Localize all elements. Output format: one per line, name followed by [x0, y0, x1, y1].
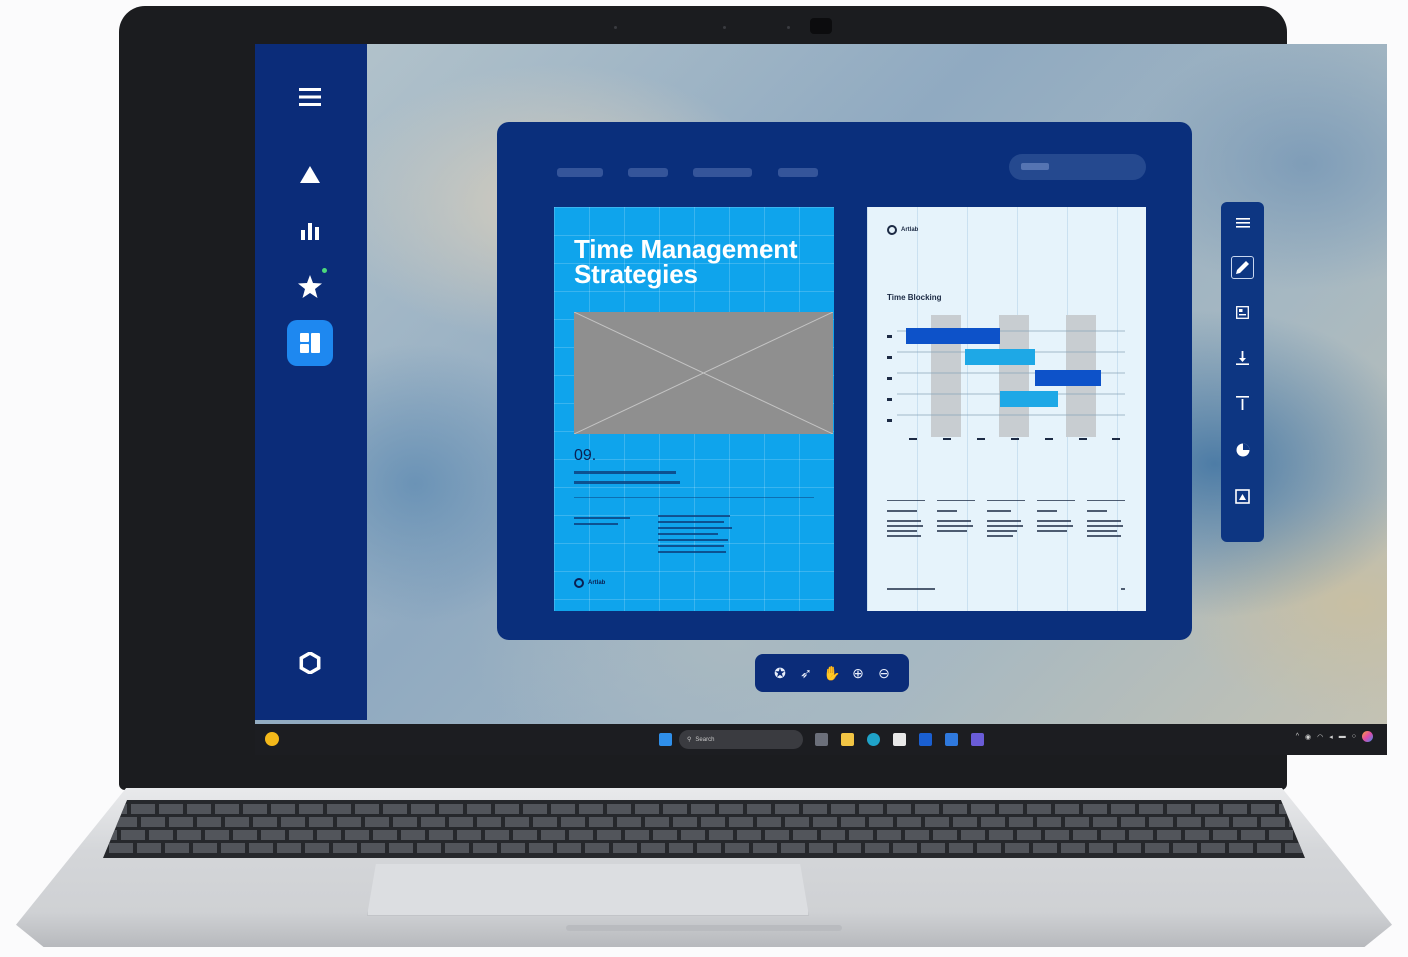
crop-button[interactable]	[1231, 485, 1254, 508]
laptop-lid: Time Management Strategies 09. Artlab Ar…	[119, 6, 1387, 790]
sun-icon	[265, 732, 279, 746]
sidebar-item-dashboard[interactable]	[287, 320, 333, 366]
chart-button[interactable]	[1231, 438, 1254, 461]
front-notch	[566, 925, 842, 931]
body-line	[658, 539, 728, 541]
taskbar-search-input[interactable]: ⚲ Search	[679, 730, 803, 749]
nav-tab[interactable]	[693, 168, 752, 177]
hand-icon: ✋	[823, 664, 841, 681]
body-line	[658, 521, 724, 523]
sensor-dot	[723, 26, 726, 29]
pie-chart-icon	[1236, 443, 1249, 456]
brand-logo: Artlab	[574, 578, 605, 588]
menu-button[interactable]	[287, 74, 333, 120]
store-icon[interactable]	[893, 733, 906, 746]
search-icon: ⚲	[687, 737, 692, 743]
nav-tab[interactable]	[557, 168, 603, 177]
brand-label: Artlab	[588, 580, 606, 586]
tool-rail	[1221, 202, 1264, 542]
volume-icon[interactable]: ◂	[1329, 733, 1333, 741]
section-number: 09.	[574, 447, 597, 464]
text-top-button[interactable]	[1231, 391, 1254, 414]
page-title: Time Management Strategies	[574, 234, 798, 289]
divider	[574, 497, 814, 498]
star-icon	[298, 274, 322, 298]
nav-tab[interactable]	[778, 168, 818, 177]
subtitle-line	[574, 481, 680, 484]
body-line	[658, 533, 718, 535]
menu-icon	[299, 88, 321, 106]
nav-tab[interactable]	[628, 168, 668, 177]
wifi-icon[interactable]: ◠	[1317, 733, 1323, 741]
pen-button[interactable]	[1231, 256, 1254, 279]
sidebar-item-home[interactable]	[287, 151, 333, 197]
pointer-button[interactable]: ➶	[795, 665, 817, 682]
body-line	[574, 517, 630, 519]
task-view-icon[interactable]	[815, 733, 828, 746]
body-line	[658, 551, 726, 553]
list-icon	[1235, 217, 1250, 228]
list-button[interactable]	[1231, 211, 1254, 234]
search-placeholder: Search	[695, 736, 715, 743]
dashboard-icon	[300, 333, 320, 353]
touchpad	[367, 864, 809, 916]
triangle-icon	[300, 165, 320, 183]
notification-dot	[322, 268, 327, 273]
align-bottom-button[interactable]	[1231, 346, 1254, 369]
chevron-up-icon[interactable]: ^	[1296, 733, 1299, 740]
layout-button[interactable]	[1231, 301, 1254, 324]
body-line	[574, 523, 618, 525]
document-page-chart[interactable]: Artlab Time Blocking	[867, 207, 1146, 611]
image-placeholder	[573, 311, 834, 435]
layout-icon	[1236, 306, 1249, 319]
body-line	[658, 545, 724, 547]
file-explorer-icon[interactable]	[841, 733, 854, 746]
windows-taskbar: ⚲ Search ^ ◉ ◠ ◂ ▬ ○	[255, 724, 1387, 755]
copilot-icon[interactable]	[1362, 731, 1373, 742]
hand-button[interactable]: ✋	[821, 665, 843, 682]
pen-icon	[1236, 261, 1249, 274]
notification-icon[interactable]: ○	[1352, 733, 1356, 740]
webcam	[810, 18, 832, 34]
align-bottom-icon	[1236, 350, 1249, 365]
body-line	[658, 527, 732, 529]
start-icon[interactable]	[659, 733, 672, 746]
subtitle-line	[574, 471, 676, 474]
bar-chart-icon	[301, 223, 319, 240]
screen: Time Management Strategies 09. Artlab Ar…	[255, 44, 1387, 755]
circle-logo-icon	[574, 578, 584, 588]
edge-icon[interactable]	[867, 733, 880, 746]
keyboard	[103, 800, 1305, 858]
settings-icon	[299, 652, 321, 674]
app-icon[interactable]	[945, 733, 958, 746]
text-top-icon	[1236, 395, 1249, 410]
battery-icon[interactable]: ▬	[1339, 733, 1346, 740]
sensor-dot	[787, 26, 790, 29]
zoom-in-icon: ⊕	[852, 664, 864, 681]
sensor-dot	[614, 26, 617, 29]
zoom-in-button[interactable]: ⊕	[847, 665, 869, 682]
pointer-icon: ➶	[800, 664, 812, 681]
laptop-photo: Time Management Strategies 09. Artlab Ar…	[0, 0, 1408, 957]
weather-widget[interactable]	[265, 732, 279, 746]
network-icon[interactable]: ◉	[1305, 733, 1311, 741]
zoom-out-button[interactable]: ⊖	[873, 665, 895, 682]
document-window: Time Management Strategies 09. Artlab Ar…	[497, 122, 1192, 640]
smart-cursor-icon: ✪	[774, 664, 786, 681]
canvas-toolbar: ✪ ➶ ✋ ⊕ ⊖	[755, 654, 909, 692]
teams-icon[interactable]	[971, 733, 984, 746]
window-search-input[interactable]	[1009, 154, 1146, 180]
smart-cursor-button[interactable]: ✪	[769, 665, 791, 682]
document-page-cover[interactable]: Time Management Strategies 09. Artlab	[554, 207, 834, 611]
zoom-out-icon: ⊖	[878, 664, 890, 681]
sidebar-item-analytics[interactable]	[287, 208, 333, 254]
settings-button[interactable]	[287, 640, 333, 686]
body-line	[658, 515, 730, 517]
outlook-icon[interactable]	[919, 733, 932, 746]
system-tray: ^ ◉ ◠ ◂ ▬ ○	[1296, 731, 1373, 742]
image-crop-icon	[1235, 489, 1250, 504]
app-sidebar	[255, 44, 367, 720]
time-blocking-chart	[887, 315, 1125, 590]
